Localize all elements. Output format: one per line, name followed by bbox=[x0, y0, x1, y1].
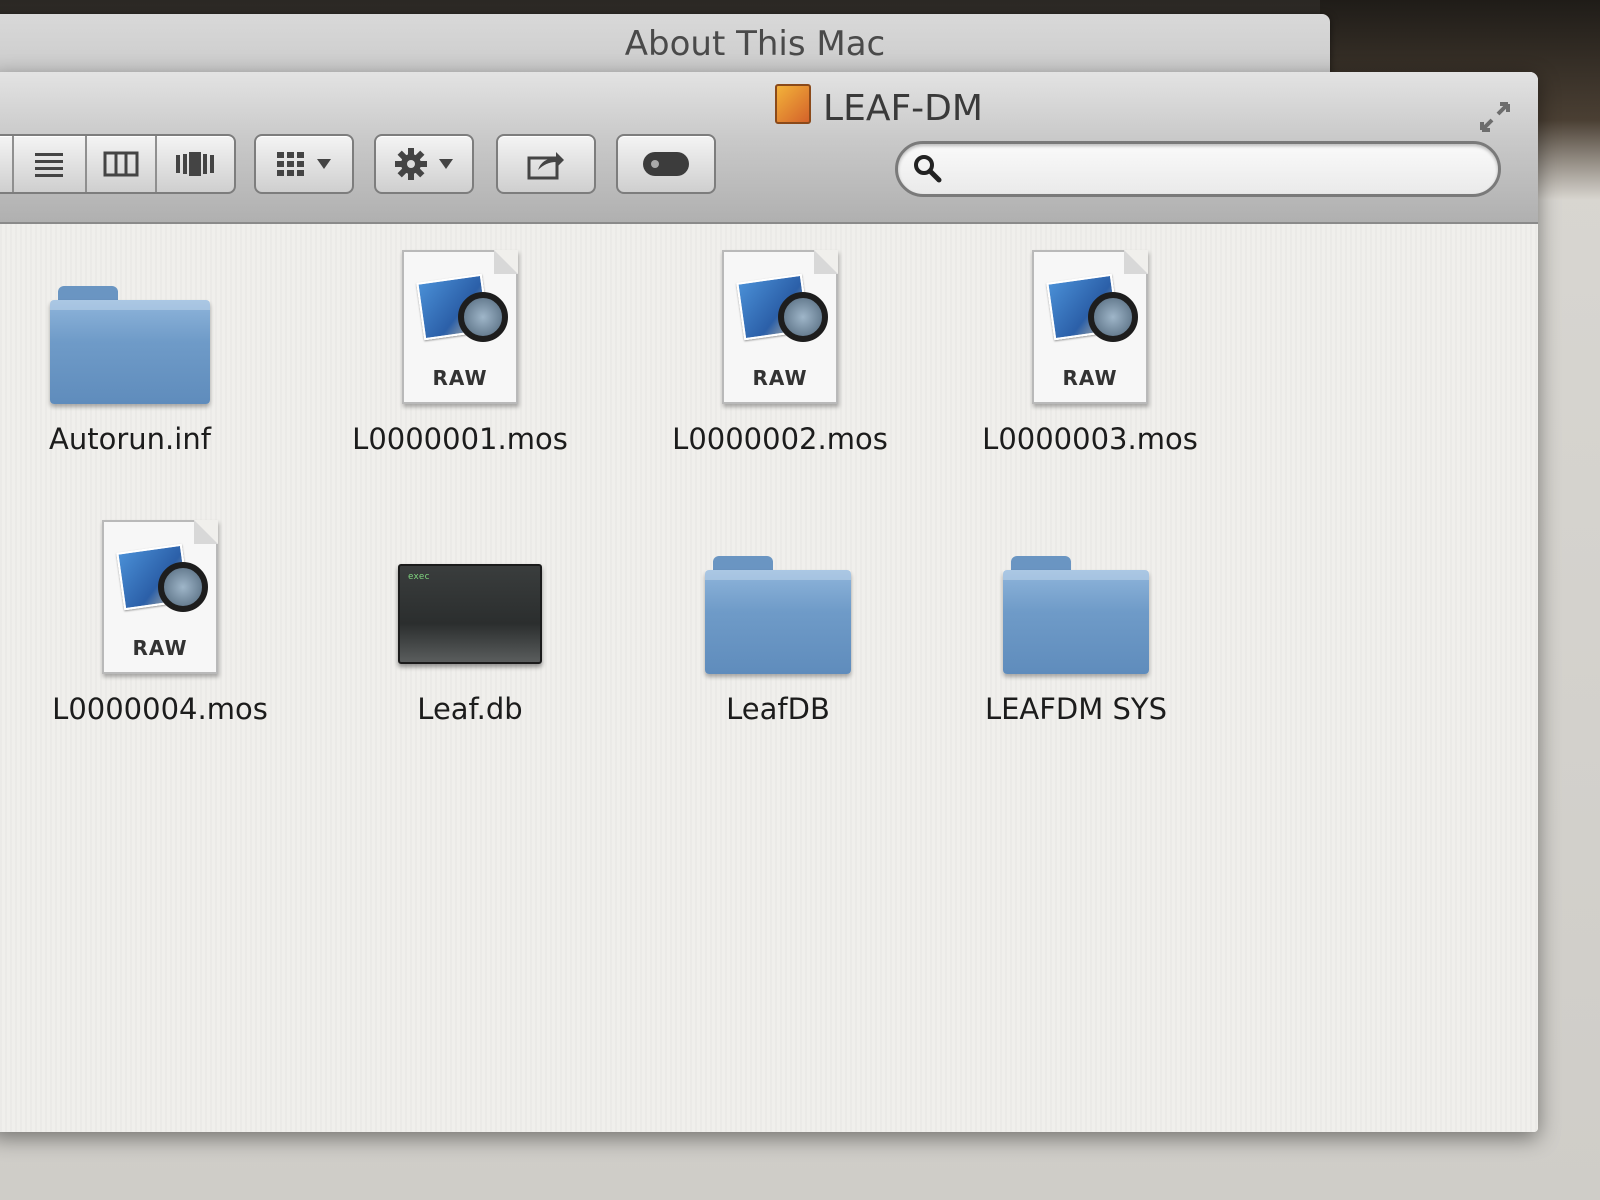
raw-image-icon: RAW bbox=[402, 250, 518, 404]
file-item-autorun[interactable]: Autorun.inf bbox=[0, 244, 270, 456]
file-name: LeafDB bbox=[726, 692, 830, 726]
chevron-down-icon bbox=[317, 159, 331, 169]
search-field[interactable] bbox=[895, 141, 1501, 197]
about-this-mac-title: About This Mac bbox=[624, 24, 886, 64]
icon-view-segment[interactable] bbox=[0, 136, 14, 192]
file-item-leafdb[interactable]: LeafDB bbox=[638, 514, 918, 726]
file-name: Leaf.db bbox=[417, 692, 523, 726]
window-title: LEAF-DM bbox=[0, 84, 1538, 129]
folder-icon bbox=[705, 556, 851, 674]
search-input[interactable] bbox=[950, 150, 1474, 184]
fullscreen-icon[interactable] bbox=[1478, 100, 1512, 134]
raw-image-icon: RAW bbox=[1032, 250, 1148, 404]
chevron-down-icon bbox=[439, 159, 453, 169]
file-name: L0000004.mos bbox=[52, 692, 268, 726]
terminal-executable-icon: exec bbox=[398, 564, 542, 664]
list-view-icon bbox=[35, 153, 64, 177]
toolbar bbox=[0, 134, 1538, 204]
arrange-button[interactable] bbox=[254, 134, 354, 194]
raw-image-icon: RAW bbox=[102, 520, 218, 674]
search-icon bbox=[914, 155, 942, 183]
cover-flow-view-button[interactable] bbox=[157, 136, 234, 192]
file-name: L0000002.mos bbox=[672, 422, 888, 456]
folder-icon bbox=[50, 286, 210, 404]
action-button[interactable] bbox=[374, 134, 474, 194]
finder-window: LEAF-DM Autorun.inf RAW L0000001.mos RAW… bbox=[0, 72, 1538, 1132]
file-item-l0000004[interactable]: RAW L0000004.mos bbox=[20, 514, 300, 726]
file-item-l0000003[interactable]: RAW L0000003.mos bbox=[950, 244, 1230, 456]
file-item-l0000002[interactable]: RAW L0000002.mos bbox=[640, 244, 920, 456]
view-mode-control bbox=[0, 134, 236, 194]
file-name: LEAFDM SYS bbox=[984, 692, 1168, 726]
file-item-leaf-db[interactable]: exec Leaf.db bbox=[330, 514, 610, 726]
file-icon-view: Autorun.inf RAW L0000001.mos RAW L000000… bbox=[0, 224, 1538, 1132]
file-name: L0000001.mos bbox=[352, 422, 568, 456]
gear-icon bbox=[395, 148, 427, 180]
list-view-button[interactable] bbox=[14, 136, 88, 192]
window-titlebar[interactable]: LEAF-DM bbox=[0, 72, 1538, 224]
cover-flow-view-icon bbox=[176, 152, 215, 176]
toggle-toolbar-button[interactable] bbox=[616, 134, 716, 194]
column-view-button[interactable] bbox=[87, 136, 157, 192]
file-name: L0000003.mos bbox=[982, 422, 1198, 456]
file-name: Autorun.inf bbox=[49, 422, 211, 456]
disk-image-icon bbox=[775, 84, 812, 124]
arrange-grid-icon bbox=[277, 152, 304, 176]
raw-image-icon: RAW bbox=[722, 250, 838, 404]
file-item-l0000001[interactable]: RAW L0000001.mos bbox=[320, 244, 600, 456]
share-button[interactable] bbox=[496, 134, 596, 194]
window-title-text: LEAF-DM bbox=[823, 88, 983, 129]
file-item-leafdm-sys[interactable]: LEAFDM SYS bbox=[936, 514, 1216, 726]
folder-icon bbox=[1003, 556, 1149, 674]
toggle-icon bbox=[643, 152, 689, 176]
share-icon bbox=[527, 152, 564, 180]
column-view-icon bbox=[103, 151, 139, 177]
